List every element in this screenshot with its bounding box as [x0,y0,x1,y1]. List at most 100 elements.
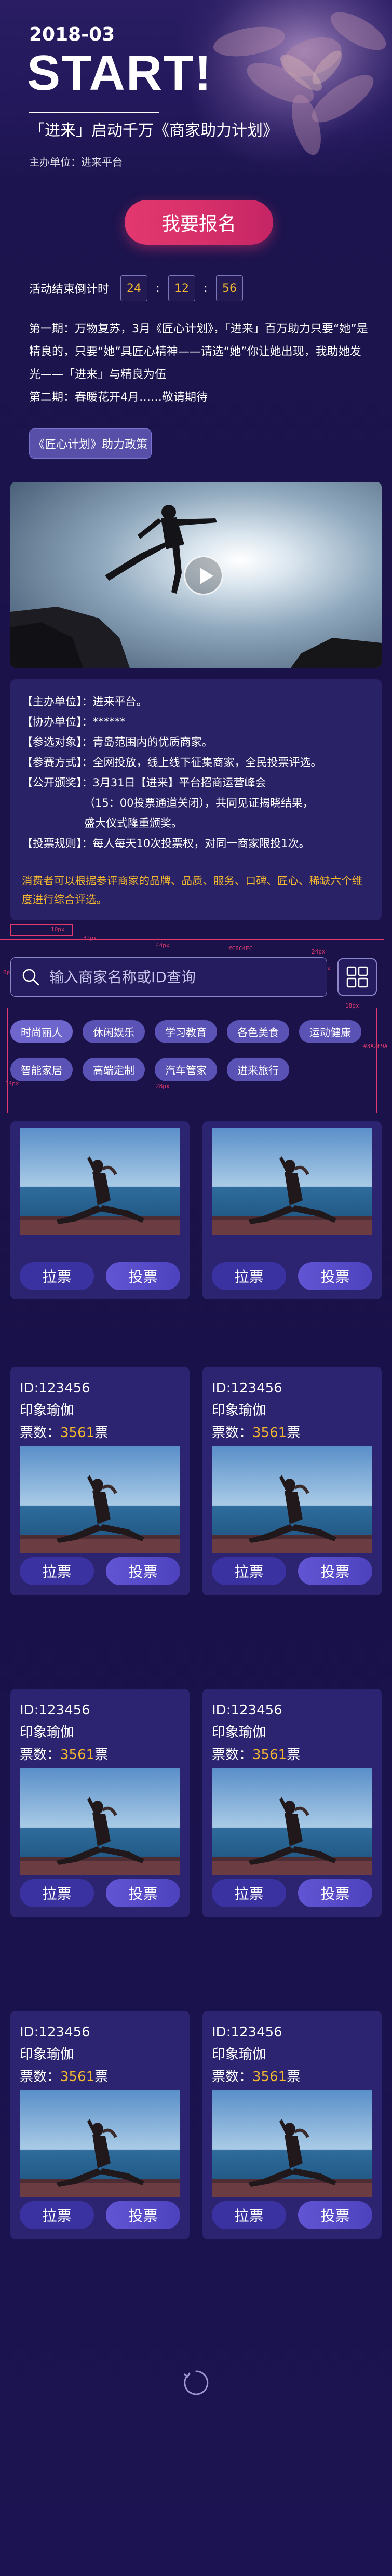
card-actions: 拉票 投票 [20,1262,180,1290]
card-actions: 拉票 投票 [20,1879,180,1907]
card-actions: 拉票 投票 [212,1557,372,1585]
countdown-label: 活动结束倒计时 [29,283,110,296]
card-meta: ID:123456 印象瑜伽 票数：3561票 [202,2011,382,2088]
tag-row: 智能家居 高端定制 汽车管家 进来旅行 [10,1058,380,1081]
merchant-photo[interactable] [20,1768,180,1875]
vote-count-value: 3561 [252,1747,287,1763]
vote-button[interactable]: 投票 [106,1262,180,1290]
tag-travel[interactable]: 进来旅行 [227,1058,289,1081]
info-row: 【参赛方式】： 全网投放，线上线下征集商家，全民投票评选。 [22,753,370,773]
hero-divider [29,112,159,113]
merchant-photo[interactable] [20,2090,180,2197]
info-value: 每人每天10次投票权，对同一商家限投1次。 [92,837,310,850]
tag-fashion[interactable]: 时尚丽人 [10,1020,73,1043]
merchant-card[interactable]: ID:123456 印象瑜伽 票数：3561票 拉票 投票 [202,1689,382,1917]
award-detail: （15：00投票通道关闭），共同见证揭晓结果， [84,797,314,809]
card-meta: ID:123456 印象瑜伽 票数：3561票 [202,1367,382,1444]
canvass-button[interactable]: 拉票 [20,1879,94,1907]
tag-education[interactable]: 学习教育 [155,1020,217,1043]
canvass-button[interactable]: 拉票 [212,1879,286,1907]
annotation-label: 32px [83,935,97,942]
vote-count-unit: 票 [94,2069,109,2085]
merchant-photo[interactable] [212,1446,372,1553]
promo-video[interactable] [10,482,382,668]
signup-button[interactable]: 我要报名 [125,200,273,245]
merchant-name: 印象瑜伽 [20,1403,74,1418]
merchant-photo[interactable] [212,1768,372,1875]
merchant-id: ID:123456 [212,1380,282,1396]
info-key: 【参赛方式】： [22,756,93,769]
merchant-card[interactable]: ID:123456 印象瑜伽 票数：3561票 拉票 投票 [10,1367,190,1595]
canvass-button[interactable]: 拉票 [20,1557,94,1585]
vote-count: 票数：3561票 [20,1744,180,1766]
merchant-name: 印象瑜伽 [20,1725,74,1740]
search-icon[interactable] [21,968,40,986]
info-value: ****** [92,716,126,728]
search-input[interactable] [49,968,319,986]
vote-button[interactable]: 投票 [298,2201,372,2229]
play-icon[interactable] [184,556,223,595]
tag-leisure[interactable]: 休闲娱乐 [83,1020,145,1043]
info-row: 【协办单位】： ****** [22,712,370,732]
vote-button[interactable]: 投票 [298,1262,372,1290]
merchant-name: 印象瑜伽 [212,1403,266,1418]
vote-button[interactable]: 投票 [106,1557,180,1585]
vote-count-value: 3561 [252,1425,287,1441]
card-actions: 拉票 投票 [20,2201,180,2229]
merchant-card[interactable]: ID:123456 印象瑜伽 票数：3561票 拉票 投票 [10,2011,190,2239]
merchant-photo[interactable] [20,1128,180,1235]
info-key: 【投票规则】： [22,837,93,850]
vote-button[interactable]: 投票 [106,1879,180,1907]
info-key: 【主办单位】： [22,695,93,708]
tag-auto[interactable]: 汽车管家 [155,1058,217,1081]
policy-button[interactable]: 《匠心计划》助力政策 [29,428,152,459]
yoga-photo [20,1446,180,1553]
info-key: 【协办单位】： [22,716,93,728]
campaign-intro: 第一期：万物复苏，3月《匠心计划》，「进来」百万助力只要“她”是精良的，只要“她… [29,318,372,409]
vote-count-label: 票数： [20,1425,61,1441]
vote-count-unit: 票 [94,1747,109,1763]
vote-count-value: 3561 [60,1425,95,1441]
yoga-photo [212,1446,372,1553]
card-meta: ID:123456 印象瑜伽 票数：3561票 [10,2011,190,2088]
merchant-name: 印象瑜伽 [212,1725,266,1740]
tag-sports[interactable]: 运动健康 [299,1020,361,1043]
canvass-button[interactable]: 拉票 [212,1262,286,1290]
merchant-card[interactable]: 拉票 投票 [10,1121,190,1299]
merchant-photo[interactable] [20,1446,180,1553]
award-detail: 盛大仪式隆重颁奖。 [84,817,182,829]
tag-food[interactable]: 各色美食 [227,1020,289,1043]
vote-count: 票数：3561票 [20,2066,180,2088]
countdown-hours: 12 [168,275,196,301]
canvass-button[interactable]: 拉票 [212,2201,286,2229]
merchant-photo[interactable] [212,1128,372,1235]
vote-button[interactable]: 投票 [106,2201,180,2229]
vote-count-label: 票数： [212,2069,253,2085]
vote-button[interactable]: 投票 [298,1879,372,1907]
merchant-photo[interactable] [212,2090,372,2197]
countdown-timer: 活动结束倒计时 24 : 12 : 56 [29,275,244,301]
merchant-card[interactable]: ID:123456 印象瑜伽 票数：3561票 拉票 投票 [10,1689,190,1917]
hero-date: 2018-03 [29,24,115,45]
countdown-minutes: 56 [216,275,244,301]
vote-count-unit: 票 [94,1425,109,1441]
tag-row: 时尚丽人 休闲娱乐 学习教育 各色美食 运动健康 [10,1020,380,1043]
tag-custom[interactable]: 高端定制 [83,1058,145,1081]
merchant-card[interactable]: ID:123456 印象瑜伽 票数：3561票 拉票 投票 [202,1367,382,1595]
merchant-card[interactable]: ID:123456 印象瑜伽 票数：3561票 拉票 投票 [202,2011,382,2239]
card-actions: 拉票 投票 [212,1262,372,1290]
merchant-card[interactable]: 拉票 投票 [202,1121,382,1299]
scan-qr-button[interactable] [337,958,377,996]
info-value: 进来平台。 [92,695,147,708]
canvass-button[interactable]: 拉票 [20,2201,94,2229]
canvass-button[interactable]: 拉票 [20,1262,94,1290]
tag-smart-home[interactable]: 智能家居 [10,1058,73,1081]
info-row: 【主办单位】： 进来平台。 [22,692,370,712]
canvass-button[interactable]: 拉票 [212,1557,286,1585]
category-tags: 时尚丽人 休闲娱乐 学习教育 各色美食 运动健康 智能家居 高端定制 汽车管家 … [10,1020,380,1096]
info-value: 青岛范围内的优质商家。 [92,736,213,748]
vote-count: 票数：3561票 [20,1422,180,1444]
yoga-photo [20,2090,180,2197]
countdown-colon: : [204,281,208,295]
vote-button[interactable]: 投票 [298,1557,372,1585]
